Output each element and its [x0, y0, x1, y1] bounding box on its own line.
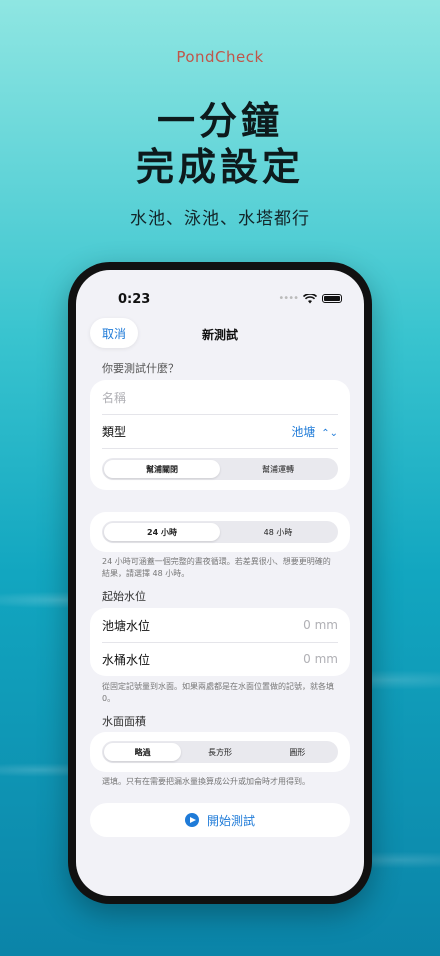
segment-circle[interactable]: 圓形 [259, 743, 336, 761]
pond-level-row[interactable]: 池塘水位 0 mm [102, 608, 338, 642]
wifi-icon [303, 293, 317, 303]
brand-name: PondCheck [176, 48, 264, 66]
type-value: 池塘 [291, 424, 316, 439]
segment-skip[interactable]: 略過 [104, 743, 182, 761]
play-icon [184, 813, 199, 827]
battery-icon [322, 294, 342, 303]
type-picker[interactable]: 池塘 ⌃⌄ [291, 423, 338, 440]
headline-line-2: 完成設定 [135, 145, 304, 189]
name-field[interactable]: 名稱 [102, 380, 338, 414]
type-label: 類型 [102, 424, 127, 439]
surface-area-note: 選填。只有在需要把漏水量換算成公升或加侖時才用得到。 [102, 777, 310, 786]
surface-area-card: 略過 長方形 圓形 [90, 732, 350, 772]
divider [102, 448, 338, 449]
duration-card: 24 小時 48 小時 [90, 512, 350, 552]
segment-rectangle[interactable]: 長方形 [181, 743, 258, 761]
surface-area-header: 水面面積 [102, 715, 146, 728]
duration-note: 24 小時可涵蓋一個完整的晝夜循環。若差異很小、想要更明確的結果，請選擇 48 … [102, 557, 331, 578]
subheadline: 水池、泳池、水塔都行 [130, 209, 310, 229]
headline-line-1: 一分鐘 [156, 99, 283, 143]
segment-24h[interactable]: 24 小時 [104, 523, 220, 541]
bucket-level-row[interactable]: 水桶水位 0 mm [102, 642, 338, 676]
chevron-up-down-icon: ⌃⌄ [321, 427, 338, 439]
water-level-header: 起始水位 [102, 590, 146, 603]
nav-bar: 取消 新測試 [76, 318, 364, 350]
bucket-level-input[interactable]: 0 mm [303, 652, 338, 666]
segment-pump-off[interactable]: 幫浦關閉 [104, 460, 220, 478]
start-test-button[interactable]: 開始測試 [90, 803, 350, 837]
pump-segmented-control: 幫浦關閉 幫浦運轉 [102, 458, 338, 480]
status-bar: 0:23 •••• [76, 286, 364, 307]
status-icons: •••• [278, 293, 342, 304]
segment-pump-on[interactable]: 幫浦運轉 [220, 460, 336, 478]
what-caption: 你要測試什麼？ [102, 362, 179, 375]
type-row[interactable]: 類型 池塘 ⌃⌄ [102, 414, 338, 448]
pond-level-label: 池塘水位 [102, 618, 151, 633]
headline: 一分鐘 完成設定 [0, 98, 440, 190]
nav-title: 新測試 [201, 328, 238, 342]
what-card: 名稱 類型 池塘 ⌃⌄ 幫浦關閉 幫浦運轉 [90, 380, 350, 490]
signal-icon: •••• [278, 293, 299, 304]
start-test-label: 開始測試 [206, 813, 255, 828]
bucket-level-label: 水桶水位 [102, 652, 151, 667]
status-time: 0:23 [118, 292, 151, 307]
pond-level-input[interactable]: 0 mm [303, 618, 338, 632]
duration-segmented-control: 24 小時 48 小時 [102, 521, 338, 543]
segment-48h[interactable]: 48 小時 [220, 523, 336, 541]
phone-screen: 0:23 •••• 取消 新測試 你要測試什麼？ 名稱 類型 池塘 ⌃⌄ 幫浦關… [76, 270, 364, 896]
water-level-card: 池塘水位 0 mm 水桶水位 0 mm [90, 608, 350, 676]
phone-frame: 0:23 •••• 取消 新測試 你要測試什麼？ 名稱 類型 池塘 ⌃⌄ 幫浦關… [68, 262, 372, 904]
water-level-note: 從固定記號量到水面。如果兩處都是在水面位置做的記號，就各填 0。 [102, 682, 334, 703]
surface-area-segmented-control: 略過 長方形 圓形 [102, 741, 338, 763]
name-placeholder: 名稱 [102, 390, 127, 405]
